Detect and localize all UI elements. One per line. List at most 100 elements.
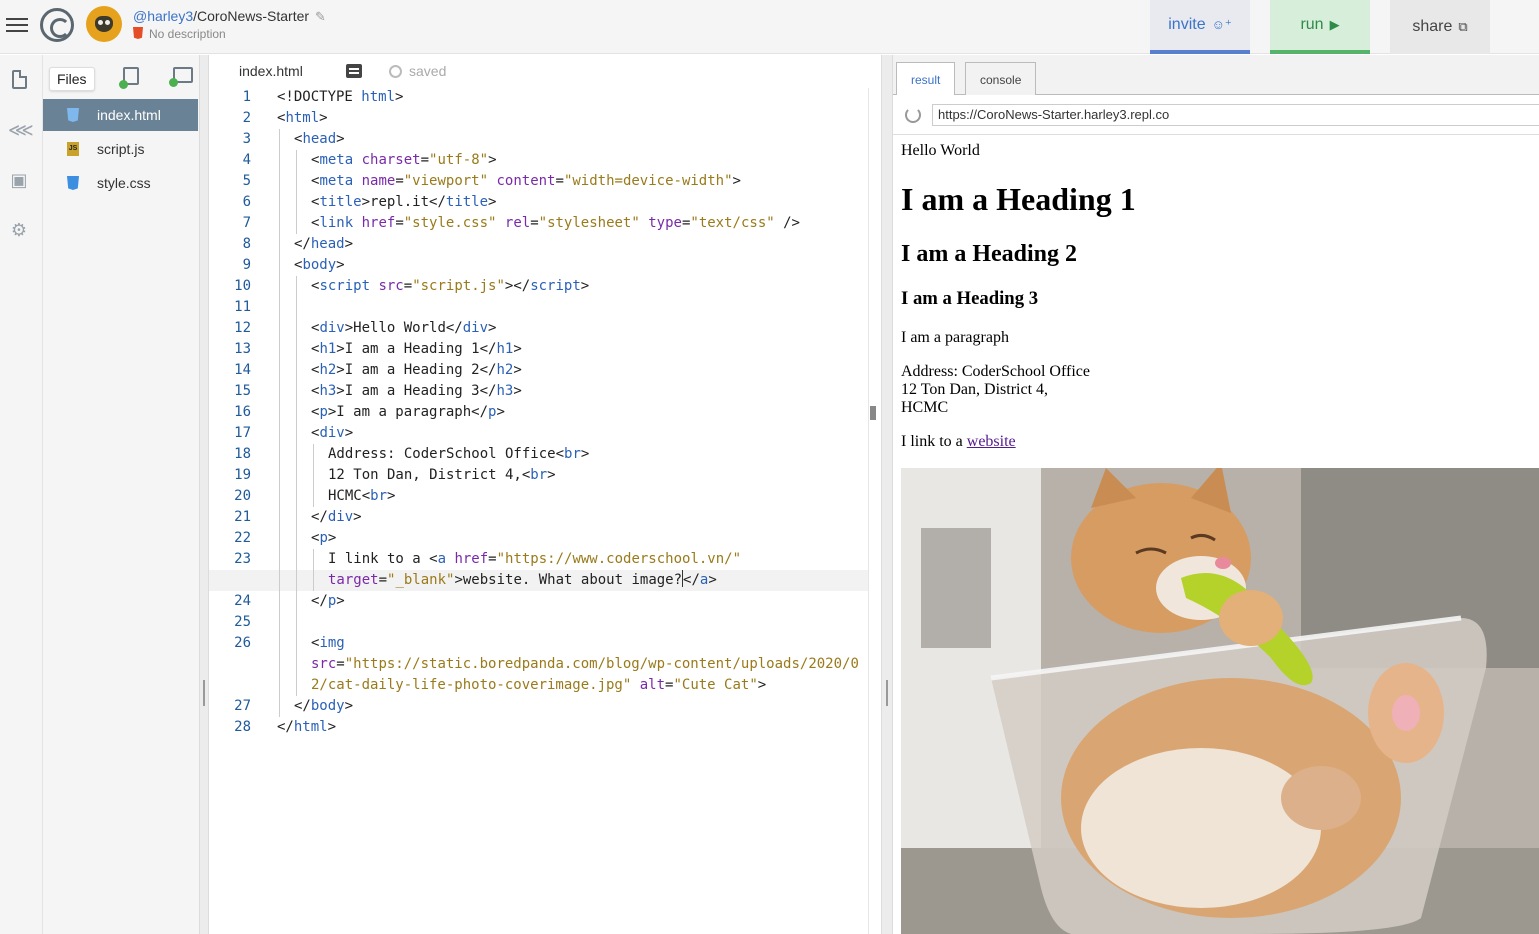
preview-website-link[interactable]: website [967,433,1016,450]
code-text: <div>Hello World</div> [311,318,496,339]
code-token: charset [361,152,421,168]
code-line[interactable]: 18 Address: CoderSchool Office<br> [209,444,881,465]
code-line[interactable]: 24 </p> [209,591,881,612]
line-number: 26 [234,635,251,651]
repl-owner-link[interactable]: @harley3 [133,8,193,24]
left-resize-handle[interactable] [199,55,209,934]
code-line[interactable]: 2 <html> [209,108,881,129]
code-token: > [395,89,404,105]
indent-guide [296,612,297,633]
code-token: > [757,677,767,693]
code-line[interactable]: 22 <p> [209,528,881,549]
code-line[interactable]: 17 <div> [209,423,881,444]
packages-icon[interactable]: ▣ [8,169,30,191]
code-line[interactable]: 21 </div> [209,507,881,528]
code-text: src="https://static.boredpanda.com/blog/… [311,654,859,675]
code-token: "width=device-width" [563,173,733,189]
right-resize-handle[interactable] [881,55,893,934]
indent-guide [296,423,297,444]
code-line[interactable]: 27 </body> [209,696,881,717]
run-button[interactable]: run ▶ [1270,0,1370,54]
code-token: "script.js" [412,278,505,294]
preview-div-text: Hello World [901,142,980,159]
line-number: 6 [242,194,251,210]
code-line[interactable]: 13 <h1>I am a Heading 1</h1> [209,339,881,360]
code-token: > [732,173,741,189]
code-editor[interactable]: 1 <!DOCTYPE html> 2 <html> 3 <head> 4 <meta cha… [209,87,881,934]
code-line[interactable]: 4 <meta charset="utf-8"> [209,150,881,171]
replit-logo-icon[interactable] [40,8,74,42]
code-token: = [403,278,413,294]
code-token: >I am a Heading 1</ [336,341,497,357]
line-number: 17 [234,425,251,441]
settings-icon[interactable]: ⚙ [8,219,30,241]
code-line[interactable]: 15 <h3>I am a Heading 3</h3> [209,381,881,402]
code-line[interactable]: target="_blank">website. What about imag… [209,570,881,591]
repl-description[interactable]: No description [133,27,226,41]
code-line[interactable]: 6 <title>repl.it</title> [209,192,881,213]
code-line[interactable]: 28 </html> [209,717,881,738]
files-icon[interactable] [8,69,30,91]
code-line[interactable]: 19 12 Ton Dan, District 4,<br> [209,465,881,486]
indent-guide [313,549,314,570]
code-line[interactable]: src="https://static.boredpanda.com/blog/… [209,654,881,675]
code-line[interactable]: 9 <body> [209,255,881,276]
files-tooltip: Files [49,67,95,91]
code-text: <head> [294,129,345,150]
line-number: 16 [234,404,251,420]
code-line[interactable]: 1 <!DOCTYPE html> [209,87,881,108]
file-item-script-js[interactable]: JS script.js [43,133,198,165]
tab-console[interactable]: console [965,62,1037,96]
code-line[interactable]: 20 HCMC<br> [209,486,881,507]
html5-icon [133,27,143,39]
editor-tab-index-html[interactable]: index.html [239,63,303,79]
indent-guide [296,486,297,507]
format-icon[interactable] [346,64,362,78]
add-file-icon[interactable] [119,67,139,89]
tab-result[interactable]: result [896,62,956,96]
refresh-icon[interactable] [905,107,921,123]
cute-cat-illustration [901,468,1539,934]
preview-url-input[interactable]: https://CoroNews-Starter.harley3.repl.co [932,104,1539,126]
code-line[interactable]: 12 <div>Hello World</div> [209,318,881,339]
code-line[interactable]: 7 <link href="style.css" rel="stylesheet"… [209,213,881,234]
editor-scroll-thumb[interactable] [870,406,876,420]
code-token: > [336,593,345,609]
code-line[interactable]: 10 <script src="script.js"></script> [209,276,881,297]
code-line[interactable]: 26 <img [209,633,881,654]
preview-url-bar: https://CoroNews-Starter.harley3.repl.co [893,95,1539,135]
code-line[interactable]: 5 <meta name="viewport" content="width=de… [209,171,881,192]
code-token: = [555,173,564,189]
code-line[interactable]: 14 <h2>I am a Heading 2</h2> [209,360,881,381]
code-line[interactable]: 25 [209,612,881,633]
code-token: h1 [319,341,337,357]
code-token: meta [319,152,362,168]
pencil-icon[interactable]: ✎ [315,9,329,24]
code-token: body [310,698,345,714]
line-number: 8 [242,236,251,252]
code-token: > [547,467,556,483]
repl-name[interactable]: CoroNews-Starter [197,8,309,24]
version-control-icon[interactable]: ⋘ [8,119,34,141]
code-line[interactable]: 23 I link to a <a href="https://www.coder… [209,549,881,570]
invite-button[interactable]: invite ☺⁺ [1150,0,1250,54]
file-item-style-css[interactable]: style.css [43,167,198,199]
code-text: <link href="style.css" rel="stylesheet" … [311,213,800,234]
user-avatar-icon[interactable] [86,6,122,42]
code-line[interactable]: 2/cat-daily-life-photo-coverimage.jpg" a… [209,675,881,696]
file-item-index-html[interactable]: index.html [43,99,198,131]
code-line[interactable]: 8 </head> [209,234,881,255]
code-line[interactable]: 3 <head> [209,129,881,150]
editor-scrollbar[interactable] [868,88,881,934]
menu-icon[interactable] [6,15,28,35]
code-token: HCMC< [328,488,371,504]
code-line[interactable]: 16 <p>I am a paragraph</p> [209,402,881,423]
add-folder-icon[interactable] [169,67,193,87]
code-text: <img [311,633,345,654]
code-line[interactable]: 11 [209,297,881,318]
indent-guide [279,486,280,507]
share-button[interactable]: share ⧉ [1390,0,1490,54]
code-token: p [319,404,328,420]
code-token: >I am a paragraph</ [327,404,489,420]
code-token: 2/cat-daily-life-photo-coverimage.jpg" [311,677,632,693]
